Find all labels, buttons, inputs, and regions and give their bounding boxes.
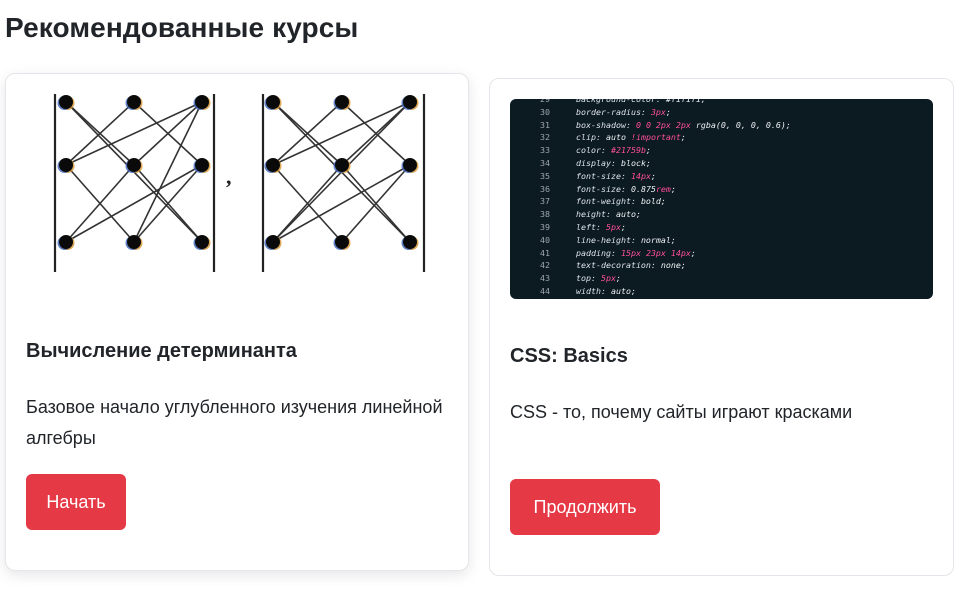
code-line: 34 display: block;: [540, 157, 651, 168]
start-course-button[interactable]: Начать: [26, 474, 126, 530]
separator-comma: ,: [226, 164, 232, 189]
matrix-dot: [403, 235, 417, 249]
diagonal-line: [65, 101, 203, 166]
course-title: CSS: Basics: [510, 345, 628, 367]
code-block: 29 background-color: #f1f1f1; 30 border-rad…: [510, 99, 933, 298]
matrix-dot: [195, 158, 209, 172]
code-line: 42 text-decoration: none;: [540, 260, 686, 271]
course-description: Базовое начало углубленного изучения лин…: [26, 397, 443, 448]
diagonal-line: [272, 164, 411, 243]
continue-course-button[interactable]: Продолжить: [510, 479, 660, 535]
matrix-dot: [59, 95, 73, 109]
matrix-dot: [403, 95, 417, 109]
course-card-css-basics: 29 background-color: #f1f1f1; 30 border-rad…: [489, 78, 954, 576]
code-line: 41 padding: 15px 23px 14px;: [540, 247, 696, 258]
code-line: 43 top: 5px;: [540, 273, 621, 284]
matrix-dot: [127, 158, 141, 172]
matrix-dot: [335, 95, 349, 109]
code-line: 31 box-shadow: 0 0 2px 2px rgba(0, 0, 0, …: [540, 119, 791, 130]
matrix-dot: [266, 158, 280, 172]
matrix-dot: [127, 95, 141, 109]
matrix-dot: [59, 235, 73, 249]
diagonal-line: [133, 101, 203, 243]
code-line: 38 height: auto;: [540, 209, 641, 220]
code-line: 40 line-height: normal;: [540, 234, 676, 245]
code-line: 37 font-weight: bold;: [540, 196, 666, 207]
code-line: 44 width: auto;: [540, 285, 636, 296]
code-line: 32 clip: auto !important;: [540, 132, 686, 143]
course-card-determinant: , Вычисление детерминанта Базовое начало…: [5, 73, 469, 571]
matrix-dot: [195, 235, 209, 249]
css-code-screenshot-image: 29 background-color: #f1f1f1; 30 border-rad…: [510, 99, 933, 299]
code-line: 36 font-size: 0.875rem;: [540, 183, 676, 194]
determinant-diagram-svg: ,: [53, 94, 426, 272]
course-title: Вычисление детерминанта: [26, 340, 297, 362]
code-line: 29 background-color: #f1f1f1;: [540, 99, 706, 104]
code-line: 35 font-size: 14px;: [540, 170, 656, 181]
course-description: CSS - то, почему сайты играют красками: [510, 402, 853, 422]
diagonal-line: [272, 101, 411, 166]
determinant-diagram-image: ,: [26, 94, 450, 294]
matrix-dot: [266, 95, 280, 109]
matrix-dot: [59, 158, 73, 172]
matrix-dot: [403, 158, 417, 172]
code-line: 39 left: 5px;: [540, 221, 626, 232]
matrix-dot: [127, 235, 141, 249]
matrix-dot: [335, 235, 349, 249]
section-title: Рекомендованные курсы: [5, 12, 359, 43]
matrix-dot: [266, 235, 280, 249]
matrix-dot: [195, 95, 209, 109]
matrix-dot: [335, 158, 349, 172]
code-line: 30 border-radius: 3px;: [540, 106, 671, 117]
code-line: 33 color: #21759b;: [540, 145, 651, 156]
diagonal-line: [65, 164, 203, 243]
